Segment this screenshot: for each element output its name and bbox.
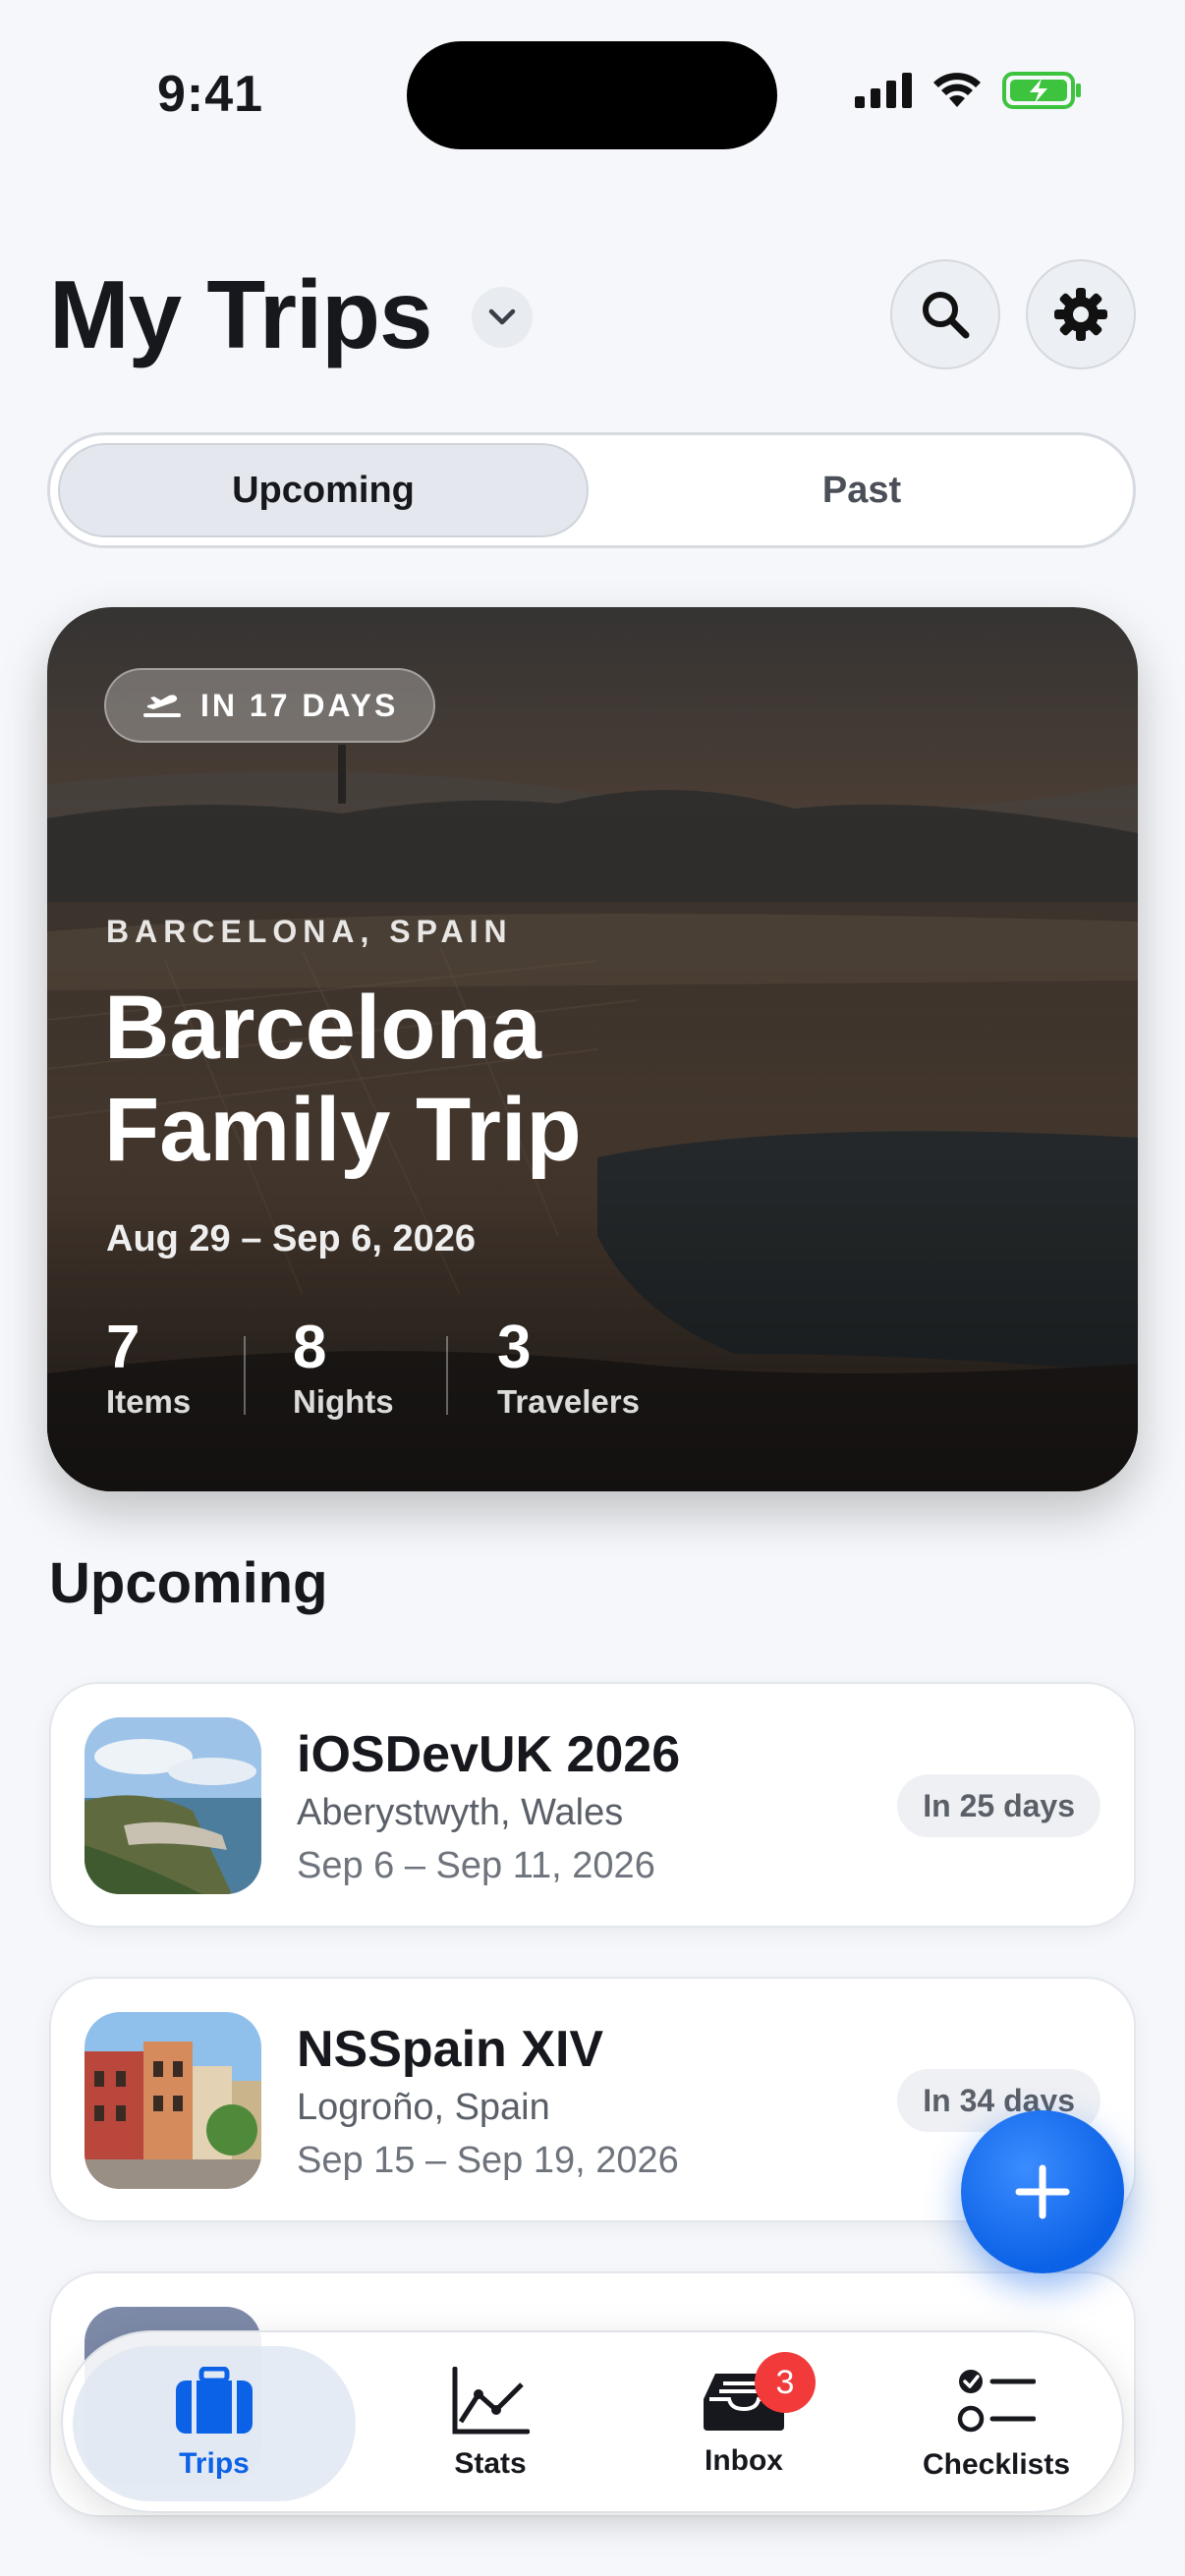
trip-dates: Sep 6 – Sep 11, 2026 [297,1845,655,1886]
trip-place: Aberystwyth, Wales [297,1792,624,1833]
tab-inbox[interactable]: Inbox [631,2332,857,2515]
airplane-departure-icon [143,695,181,717]
battery-charging-icon [1002,72,1081,109]
dynamic-island [407,41,777,149]
checklist-icon [957,2370,1036,2433]
featured-title: Barcelona Family Trip [104,978,582,1180]
trip-row[interactable]: iOSDevUK 2026 Aberystwyth, Wales Sep 6 –… [49,1682,1136,1928]
gear-icon [1054,288,1107,341]
countdown-text: IN 17 DAYS [200,687,399,723]
stat-travelers-value: 3 [497,1314,532,1381]
segment-upcoming[interactable]: Upcoming [58,435,589,545]
tab-trips-label: Trips [179,2447,250,2480]
stat-divider [446,1336,448,1415]
stat-travelers-label: Travelers [497,1383,640,1420]
wifi-icon [933,73,981,107]
tab-trips[interactable]: Trips [73,2332,356,2515]
search-button[interactable] [890,259,1000,369]
tab-bar: Trips Stats Inbox 3 Checklists [61,2330,1124,2513]
stat-nights-value: 8 [293,1314,327,1381]
page-title: My Trips [49,260,433,368]
tab-stats[interactable]: Stats [377,2332,603,2515]
stat-items-label: Items [106,1383,192,1420]
trip-place: Logroño, Spain [297,2087,550,2128]
settings-button[interactable] [1026,259,1136,369]
trip-name: NSSpain XIV [297,2021,604,2078]
status-time: 9:41 [157,66,264,123]
stat-travelers: 3 Travelers [497,1316,640,1421]
countdown-badge: IN 17 DAYS [104,668,436,743]
featured-dates: Aug 29 – Sep 6, 2026 [106,1218,476,1260]
title-menu-button[interactable] [472,287,533,348]
logrono-thumbnail [85,2012,261,2189]
stat-items: 7 Items [106,1316,191,1421]
stat-items-value: 7 [106,1314,141,1381]
plus-icon [1015,2164,1070,2219]
tab-stats-label: Stats [454,2447,527,2480]
inbox-unread-badge: 3 [755,2352,816,2413]
tab-checklists[interactable]: Checklists [878,2332,1114,2515]
featured-location: BARCELONA, SPAIN [106,914,513,949]
stat-divider [244,1336,246,1415]
section-heading-upcoming: Upcoming [49,1551,328,1615]
trip-filter-segmented-control: Upcoming Past [47,432,1136,548]
add-trip-button[interactable] [961,2110,1124,2273]
cellular-signal-icon [855,73,912,108]
search-icon [923,292,970,339]
featured-trip-card[interactable]: IN 17 DAYS BARCELONA, SPAIN Barcelona Fa… [47,607,1138,1491]
tab-checklists-label: Checklists [922,2448,1071,2481]
status-bar: 9:41 [0,0,1185,149]
trip-name: iOSDevUK 2026 [297,1726,681,1783]
stat-nights-label: Nights [293,1383,394,1420]
trip-countdown-pill: In 25 days [897,1774,1100,1837]
tab-inbox-label: Inbox [705,2444,783,2477]
suitcase-icon [176,2367,253,2434]
segment-past[interactable]: Past [592,435,1131,545]
chart-icon [452,2367,530,2435]
status-icons [855,71,1083,110]
aberystwyth-thumbnail [85,1717,261,1894]
stat-nights: 8 Nights [293,1316,394,1421]
trip-dates: Sep 15 – Sep 19, 2026 [297,2140,679,2181]
chevron-down-icon [488,308,516,325]
